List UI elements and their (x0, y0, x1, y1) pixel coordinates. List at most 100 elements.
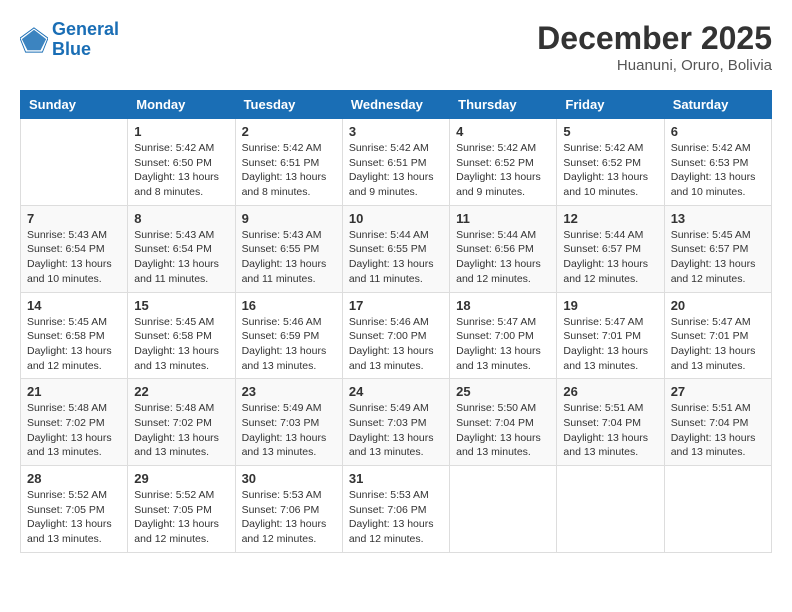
weekday-header-monday: Monday (128, 91, 235, 119)
day-number: 5 (563, 124, 657, 139)
day-detail: Sunrise: 5:47 AMSunset: 7:00 PMDaylight:… (456, 315, 550, 374)
day-number: 23 (242, 384, 336, 399)
calendar-cell: 18 Sunrise: 5:47 AMSunset: 7:00 PMDayligh… (450, 292, 557, 379)
calendar-cell: 2Sunrise: 5:42 AMSunset: 6:51 PMDaylight… (235, 119, 342, 206)
day-number: 24 (349, 384, 443, 399)
day-number: 29 (134, 471, 228, 486)
day-number: 1 (134, 124, 228, 139)
calendar-cell: 8Sunrise: 5:43 AMSunset: 6:54 PMDaylight… (128, 205, 235, 292)
calendar-cell: 10 Sunrise: 5:44 AMSunset: 6:55 PMDayligh… (342, 205, 449, 292)
calendar-cell: 15Sunrise: 5:45 AMSunset: 6:58 PMDayligh… (128, 292, 235, 379)
day-detail: Sunrise: 5:49 AMSunset: 7:03 PMDaylight:… (242, 401, 336, 460)
calendar-cell: 13 Sunrise: 5:45 AMSunset: 6:57 PMDayligh… (664, 205, 771, 292)
calendar-cell: 7 Sunrise: 5:43 AMSunset: 6:54 PMDaylight… (21, 205, 128, 292)
day-number: 27 (671, 384, 765, 399)
month-title: December 2025 (537, 20, 772, 57)
week-row-5: 28 Sunrise: 5:52 AMSunset: 7:05 PMDayligh… (21, 466, 772, 553)
day-detail: Sunrise: 5:42 AMSunset: 6:51 PMDaylight:… (349, 141, 443, 200)
day-detail: Sunrise: 5:49 AMSunset: 7:03 PMDaylight:… (349, 401, 443, 460)
day-number: 10 (349, 211, 443, 226)
day-detail: Sunrise: 5:48 AMSunset: 7:02 PMDaylight:… (134, 401, 228, 460)
day-detail: Sunrise: 5:42 AMSunset: 6:52 PMDaylight:… (563, 141, 657, 200)
calendar-cell: 6 Sunrise: 5:42 AMSunset: 6:53 PMDaylight… (664, 119, 771, 206)
day-detail: Sunrise: 5:51 AMSunset: 7:04 PMDaylight:… (563, 401, 657, 460)
week-row-4: 21 Sunrise: 5:48 AMSunset: 7:02 PMDayligh… (21, 379, 772, 466)
logo-icon (20, 26, 48, 54)
day-number: 14 (27, 298, 121, 313)
day-detail: Sunrise: 5:50 AMSunset: 7:04 PMDaylight:… (456, 401, 550, 460)
day-detail: Sunrise: 5:43 AMSunset: 6:54 PMDaylight:… (27, 228, 121, 287)
calendar-cell: 14Sunrise: 5:45 AMSunset: 6:58 PMDayligh… (21, 292, 128, 379)
day-number: 20 (671, 298, 765, 313)
calendar-cell (664, 466, 771, 553)
week-row-2: 7 Sunrise: 5:43 AMSunset: 6:54 PMDaylight… (21, 205, 772, 292)
calendar-cell: 22 Sunrise: 5:48 AMSunset: 7:02 PMDayligh… (128, 379, 235, 466)
weekday-header-tuesday: Tuesday (235, 91, 342, 119)
calendar-cell: 29Sunrise: 5:52 AMSunset: 7:05 PMDayligh… (128, 466, 235, 553)
day-detail: Sunrise: 5:47 AMSunset: 7:01 PMDaylight:… (563, 315, 657, 374)
day-number: 30 (242, 471, 336, 486)
calendar-cell: 12 Sunrise: 5:44 AMSunset: 6:57 PMDayligh… (557, 205, 664, 292)
day-number: 16 (242, 298, 336, 313)
day-number: 9 (242, 211, 336, 226)
day-detail: Sunrise: 5:42 AMSunset: 6:51 PMDaylight:… (242, 141, 336, 200)
location: Huanuni, Oruro, Bolivia (537, 57, 772, 74)
weekday-header-row: SundayMondayTuesdayWednesdayThursdayFrid… (21, 91, 772, 119)
calendar-cell: 4Sunrise: 5:42 AMSunset: 6:52 PMDaylight… (450, 119, 557, 206)
day-detail: Sunrise: 5:45 AMSunset: 6:57 PMDaylight:… (671, 228, 765, 287)
day-detail: Sunrise: 5:44 AMSunset: 6:55 PMDaylight:… (349, 228, 443, 287)
day-detail: Sunrise: 5:53 AMSunset: 7:06 PMDaylight:… (349, 488, 443, 547)
calendar-cell: 19 Sunrise: 5:47 AMSunset: 7:01 PMDayligh… (557, 292, 664, 379)
day-detail: Sunrise: 5:43 AMSunset: 6:54 PMDaylight:… (134, 228, 228, 287)
calendar-cell (21, 119, 128, 206)
calendar-cell: 3 Sunrise: 5:42 AMSunset: 6:51 PMDaylight… (342, 119, 449, 206)
title-area: December 2025 Huanuni, Oruro, Bolivia (537, 20, 772, 74)
page-header: General Blue December 2025 Huanuni, Orur… (20, 20, 772, 74)
calendar-cell: 1 Sunrise: 5:42 AMSunset: 6:50 PMDaylight… (128, 119, 235, 206)
day-detail: Sunrise: 5:52 AMSunset: 7:05 PMDaylight:… (27, 488, 121, 547)
day-number: 12 (563, 211, 657, 226)
calendar-cell: 26Sunrise: 5:51 AMSunset: 7:04 PMDayligh… (557, 379, 664, 466)
logo-line2: Blue (52, 39, 91, 59)
week-row-1: 1 Sunrise: 5:42 AMSunset: 6:50 PMDaylight… (21, 119, 772, 206)
day-detail: Sunrise: 5:48 AMSunset: 7:02 PMDaylight:… (27, 401, 121, 460)
day-number: 15 (134, 298, 228, 313)
calendar-cell (557, 466, 664, 553)
day-number: 7 (27, 211, 121, 226)
calendar-cell: 17Sunrise: 5:46 AMSunset: 7:00 PMDayligh… (342, 292, 449, 379)
calendar-cell (450, 466, 557, 553)
logo-text: General Blue (52, 20, 119, 60)
calendar-cell: 25 Sunrise: 5:50 AMSunset: 7:04 PMDayligh… (450, 379, 557, 466)
calendar-cell: 11Sunrise: 5:44 AMSunset: 6:56 PMDayligh… (450, 205, 557, 292)
day-number: 25 (456, 384, 550, 399)
day-detail: Sunrise: 5:53 AMSunset: 7:06 PMDaylight:… (242, 488, 336, 547)
week-row-3: 14Sunrise: 5:45 AMSunset: 6:58 PMDayligh… (21, 292, 772, 379)
weekday-header-wednesday: Wednesday (342, 91, 449, 119)
day-detail: Sunrise: 5:43 AMSunset: 6:55 PMDaylight:… (242, 228, 336, 287)
day-number: 31 (349, 471, 443, 486)
day-detail: Sunrise: 5:42 AMSunset: 6:50 PMDaylight:… (134, 141, 228, 200)
calendar-cell: 9 Sunrise: 5:43 AMSunset: 6:55 PMDaylight… (235, 205, 342, 292)
day-number: 22 (134, 384, 228, 399)
day-number: 6 (671, 124, 765, 139)
day-detail: Sunrise: 5:46 AMSunset: 6:59 PMDaylight:… (242, 315, 336, 374)
day-detail: Sunrise: 5:51 AMSunset: 7:04 PMDaylight:… (671, 401, 765, 460)
day-number: 28 (27, 471, 121, 486)
weekday-header-saturday: Saturday (664, 91, 771, 119)
day-number: 3 (349, 124, 443, 139)
day-detail: Sunrise: 5:44 AMSunset: 6:57 PMDaylight:… (563, 228, 657, 287)
day-number: 11 (456, 211, 550, 226)
calendar-cell: 20 Sunrise: 5:47 AMSunset: 7:01 PMDayligh… (664, 292, 771, 379)
day-number: 13 (671, 211, 765, 226)
day-number: 21 (27, 384, 121, 399)
calendar-cell: 5 Sunrise: 5:42 AMSunset: 6:52 PMDaylight… (557, 119, 664, 206)
day-detail: Sunrise: 5:42 AMSunset: 6:53 PMDaylight:… (671, 141, 765, 200)
day-number: 17 (349, 298, 443, 313)
calendar-cell: 16 Sunrise: 5:46 AMSunset: 6:59 PMDayligh… (235, 292, 342, 379)
logo-line1: General (52, 19, 119, 39)
day-detail: Sunrise: 5:47 AMSunset: 7:01 PMDaylight:… (671, 315, 765, 374)
day-number: 19 (563, 298, 657, 313)
logo: General Blue (20, 20, 119, 60)
calendar-cell: 31 Sunrise: 5:53 AMSunset: 7:06 PMDayligh… (342, 466, 449, 553)
day-number: 18 (456, 298, 550, 313)
